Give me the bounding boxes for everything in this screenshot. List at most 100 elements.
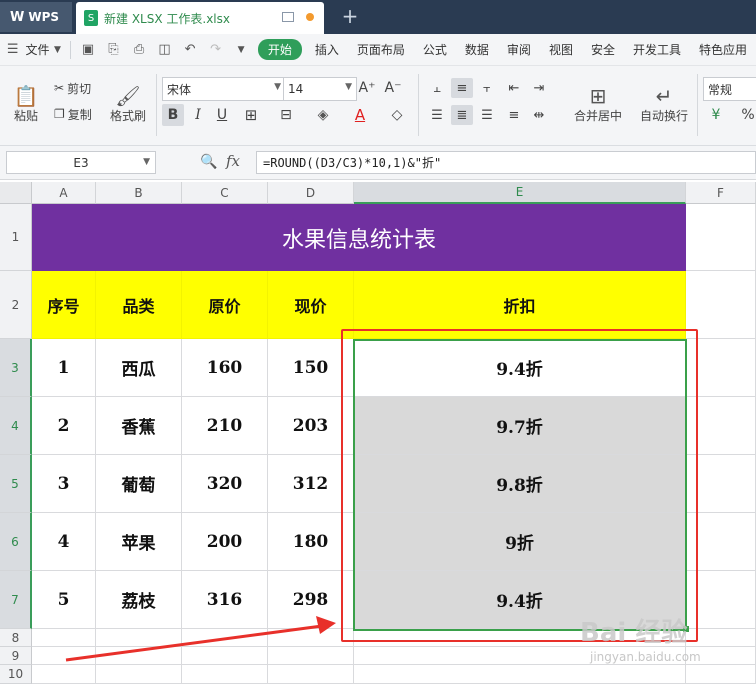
- row-header-4[interactable]: 4: [0, 397, 32, 455]
- file-menu-chevron-icon[interactable]: ▼: [53, 41, 63, 59]
- decrease-indent-icon[interactable]: ⇤: [503, 78, 525, 98]
- row-header-3[interactable]: 3: [0, 339, 32, 397]
- font-size-select[interactable]: 14 ▼: [283, 77, 357, 101]
- table-cell[interactable]: [96, 629, 182, 647]
- table-cell[interactable]: [96, 665, 182, 684]
- table-cell[interactable]: [686, 629, 756, 647]
- column-header-f[interactable]: F: [686, 182, 756, 204]
- copy-button[interactable]: ❐ 复制: [54, 104, 92, 124]
- increase-indent-icon[interactable]: ⇥: [528, 78, 550, 98]
- table-cell[interactable]: [686, 397, 756, 455]
- table-cell[interactable]: [686, 513, 756, 571]
- table-cell[interactable]: 298: [268, 571, 354, 629]
- table-cell[interactable]: 5: [32, 571, 96, 629]
- active-cell-e3[interactable]: 9.4折: [354, 339, 686, 397]
- selected-cell[interactable]: 9.7折: [354, 397, 686, 455]
- table-cell[interactable]: [96, 647, 182, 665]
- menu-tab-insert[interactable]: 插入: [306, 41, 348, 58]
- italic-icon[interactable]: I: [188, 104, 208, 126]
- table-cell[interactable]: [268, 665, 354, 684]
- column-header-c[interactable]: C: [182, 182, 268, 204]
- align-bottom-icon[interactable]: ⫟: [476, 78, 498, 98]
- table-cell[interactable]: [182, 665, 268, 684]
- menu-tab-review[interactable]: 审阅: [498, 41, 540, 58]
- row-header-8[interactable]: 8: [0, 629, 32, 647]
- table-cell[interactable]: 200: [182, 513, 268, 571]
- underline-icon[interactable]: U: [212, 104, 232, 126]
- align-top-icon[interactable]: ⫠: [426, 78, 448, 98]
- table-cell[interactable]: [686, 339, 756, 397]
- align-right-icon[interactable]: ☰: [476, 105, 498, 125]
- formula-input[interactable]: =ROUND((D3/C3)*10,1)&"折": [256, 151, 756, 174]
- name-box[interactable]: E3 ▼: [6, 151, 156, 174]
- table-cell[interactable]: 4: [32, 513, 96, 571]
- row-header-9[interactable]: 9: [0, 647, 32, 665]
- font-name-select[interactable]: 宋体 ▼: [162, 77, 286, 101]
- print-icon[interactable]: ⎙: [130, 41, 148, 59]
- table-cell[interactable]: [268, 647, 354, 665]
- column-header-e[interactable]: E: [354, 182, 686, 204]
- undo-icon[interactable]: ↶: [181, 41, 199, 59]
- distributed-icon[interactable]: ⇹: [528, 105, 550, 125]
- redo-icon[interactable]: ↷: [207, 41, 225, 59]
- selected-cell[interactable]: 9.8折: [354, 455, 686, 513]
- align-center-icon[interactable]: ≣: [451, 105, 473, 125]
- menu-tab-home[interactable]: 开始: [257, 39, 302, 60]
- sheet-title-cell[interactable]: 水果信息统计表: [32, 204, 686, 271]
- menu-tab-features[interactable]: 特色应用: [690, 41, 756, 58]
- table-cell[interactable]: 苹果: [96, 513, 182, 571]
- table-cell[interactable]: [686, 571, 756, 629]
- save-icon[interactable]: ▣: [79, 41, 97, 59]
- cut-button[interactable]: ✂ 剪切: [54, 78, 91, 98]
- table-cell[interactable]: [32, 629, 96, 647]
- table-cell[interactable]: 2: [32, 397, 96, 455]
- row-header-7[interactable]: 7: [0, 571, 32, 629]
- zoom-search-icon[interactable]: 🔍: [200, 154, 217, 170]
- align-left-icon[interactable]: ☰: [426, 105, 448, 125]
- row-header-5[interactable]: 5: [0, 455, 32, 513]
- preview-icon[interactable]: ◫: [156, 41, 174, 59]
- print-preview-icon[interactable]: ⎘: [105, 41, 123, 59]
- table-cell[interactable]: 312: [268, 455, 354, 513]
- header-cell-discount[interactable]: 折扣: [354, 271, 686, 339]
- paste-button[interactable]: 📋 粘贴: [8, 76, 44, 132]
- table-cell[interactable]: 香蕉: [96, 397, 182, 455]
- restore-window-icon[interactable]: [282, 12, 294, 22]
- table-cell[interactable]: 1: [32, 339, 96, 397]
- header-cell-category[interactable]: 品类: [96, 271, 182, 339]
- menu-tab-page-layout[interactable]: 页面布局: [348, 41, 414, 58]
- header-cell-current-price[interactable]: 现价: [268, 271, 354, 339]
- font-color-icon[interactable]: A: [346, 104, 374, 126]
- table-cell[interactable]: [32, 647, 96, 665]
- column-header-a[interactable]: A: [32, 182, 96, 204]
- selected-cell[interactable]: 9折: [354, 513, 686, 571]
- column-header-d[interactable]: D: [268, 182, 354, 204]
- row-header-10[interactable]: 10: [0, 665, 32, 684]
- increase-font-icon[interactable]: A⁺: [356, 78, 378, 98]
- row-header-1[interactable]: 1: [0, 204, 32, 271]
- table-cell[interactable]: 316: [182, 571, 268, 629]
- bold-icon[interactable]: B: [162, 104, 184, 126]
- hamburger-menu-icon[interactable]: ☰: [4, 41, 22, 59]
- column-header-b[interactable]: B: [96, 182, 182, 204]
- clear-format-icon[interactable]: ◇: [384, 104, 410, 126]
- table-cell[interactable]: 160: [182, 339, 268, 397]
- merge-center-button[interactable]: ⊞ 合并居中: [566, 76, 630, 132]
- table-cell[interactable]: 荔枝: [96, 571, 182, 629]
- table-cell[interactable]: [32, 665, 96, 684]
- menu-tab-view[interactable]: 视图: [540, 41, 582, 58]
- menu-tab-security[interactable]: 安全: [582, 41, 624, 58]
- number-format-select[interactable]: 常规: [703, 77, 756, 101]
- table-cell[interactable]: [182, 647, 268, 665]
- menu-tab-developer[interactable]: 开发工具: [624, 41, 690, 58]
- table-cell[interactable]: [686, 455, 756, 513]
- document-tab[interactable]: S 新建 XLSX 工作表.xlsx: [76, 2, 324, 34]
- table-cell[interactable]: 150: [268, 339, 354, 397]
- menu-tab-data[interactable]: 数据: [456, 41, 498, 58]
- select-all-corner[interactable]: [0, 182, 32, 204]
- borders-icon[interactable]: ⊞: [238, 104, 264, 126]
- row-header-2[interactable]: 2: [0, 271, 32, 339]
- header-cell-index[interactable]: 序号: [32, 271, 96, 339]
- cell-f1[interactable]: [686, 204, 756, 271]
- row-header-6[interactable]: 6: [0, 513, 32, 571]
